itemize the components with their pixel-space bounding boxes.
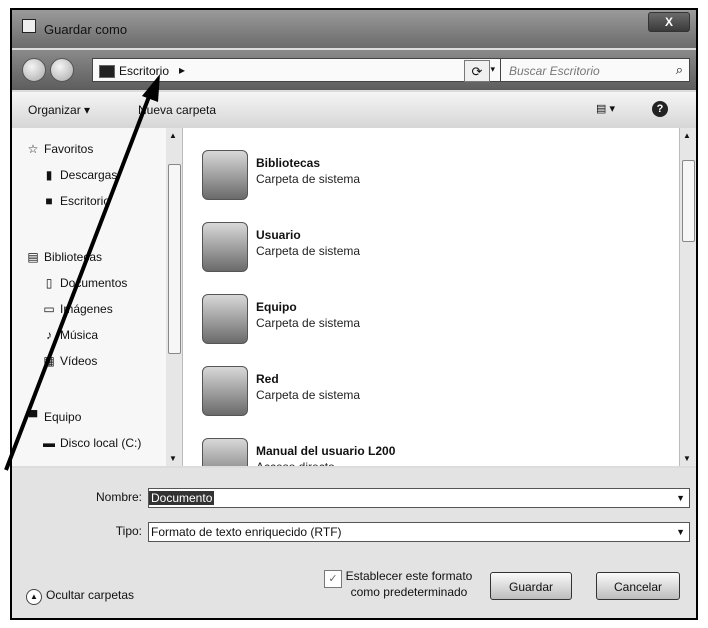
sidebar-item-label: Imágenes bbox=[60, 302, 113, 316]
save-options-panel: Nombre: Documento ▼ Tipo: Formato de tex… bbox=[12, 468, 696, 618]
save-as-dialog: Guardar como X Escritorio ▸ ▾ ⟳ Buscar E… bbox=[10, 8, 698, 620]
scroll-thumb[interactable] bbox=[682, 160, 695, 242]
file-name: Bibliotecas bbox=[256, 156, 321, 170]
sidebar-item-label: Vídeos bbox=[60, 354, 98, 368]
manual-shortcut-icon bbox=[202, 438, 248, 466]
downloads-icon: ▮ bbox=[45, 168, 53, 182]
organize-menu[interactable]: Organizar ▾ bbox=[28, 103, 90, 117]
file-name: Manual del usuario L200 bbox=[256, 444, 396, 458]
sidebar-item-pictures[interactable]: ▭ Imágenes bbox=[42, 302, 113, 316]
sidebar-item-label: Descargas bbox=[60, 168, 118, 182]
computer-icon bbox=[202, 294, 248, 344]
file-type: Carpeta de sistema bbox=[256, 244, 361, 258]
sidebar-item-favorites[interactable]: ☆ Favoritos bbox=[26, 142, 94, 156]
favorites-icon: ☆ bbox=[27, 142, 39, 156]
address-location[interactable]: Escritorio bbox=[119, 64, 169, 78]
sidebar-item-label: Bibliotecas bbox=[44, 250, 103, 264]
address-bar[interactable]: Escritorio ▸ ▾ bbox=[92, 58, 502, 82]
search-input[interactable]: Buscar Escritorio ⌕ bbox=[500, 58, 690, 82]
file-name: Equipo bbox=[256, 300, 297, 314]
file-list-scrollbar[interactable]: ▲ ▼ bbox=[679, 128, 696, 466]
file-name: Red bbox=[256, 372, 279, 386]
command-toolbar: Organizar ▾ Nueva carpeta ▤ ▾ ? bbox=[12, 92, 696, 129]
file-name-field[interactable]: Documento ▼ bbox=[148, 488, 690, 508]
save-button[interactable]: Guardar bbox=[490, 572, 572, 600]
sidebar-item-label: Disco local (C:) bbox=[60, 436, 142, 450]
music-icon: ♪ bbox=[46, 328, 52, 342]
forward-button[interactable] bbox=[50, 58, 74, 82]
hide-folders-toggle[interactable]: ▲ Ocultar carpetas bbox=[26, 588, 134, 605]
new-folder-button[interactable]: Nueva carpeta bbox=[138, 103, 216, 117]
refresh-button[interactable]: ⟳ bbox=[464, 60, 490, 82]
file-name-value[interactable]: Documento bbox=[149, 491, 215, 505]
default-format-label: Establecer este formato como predetermin… bbox=[345, 569, 473, 599]
title-bar: Guardar como X bbox=[12, 10, 696, 48]
chevron-down-icon[interactable]: ▼ bbox=[676, 489, 685, 507]
sidebar-item-videos[interactable]: ▦ Vídeos bbox=[42, 354, 97, 368]
cancel-button[interactable]: Cancelar bbox=[596, 572, 680, 600]
scroll-down-icon[interactable]: ▼ bbox=[169, 454, 177, 463]
sidebar-item-computer[interactable]: ▀ Equipo bbox=[26, 410, 82, 424]
sidebar-item-music[interactable]: ♪ Música bbox=[42, 328, 98, 342]
navigation-bar: Escritorio ▸ ▾ ⟳ Buscar Escritorio ⌕ bbox=[12, 50, 696, 90]
videos-icon: ▦ bbox=[43, 354, 55, 368]
sidebar-item-label: Documentos bbox=[60, 276, 128, 290]
libraries-icon: ▤ bbox=[27, 250, 39, 264]
sidebar-item-documents[interactable]: ▯ Documentos bbox=[42, 276, 128, 290]
file-item-manual-shortcut[interactable]: Manual del usuario L200 Acceso directo bbox=[202, 434, 602, 466]
chevron-down-icon[interactable]: ▼ bbox=[676, 523, 685, 541]
default-format-checkbox[interactable]: ✓ bbox=[324, 570, 342, 588]
back-button[interactable] bbox=[22, 58, 46, 82]
close-button[interactable]: X bbox=[648, 12, 690, 32]
desktop-icon bbox=[99, 65, 115, 78]
file-type: Carpeta de sistema bbox=[256, 316, 361, 330]
chevron-up-icon[interactable]: ▲ bbox=[26, 589, 42, 605]
navigation-scrollbar[interactable]: ▲ ▼ bbox=[166, 128, 183, 466]
scroll-up-icon[interactable]: ▲ bbox=[683, 131, 691, 140]
file-type: Carpeta de sistema bbox=[256, 172, 361, 186]
sidebar-item-downloads[interactable]: ▮ Descargas bbox=[42, 168, 118, 182]
desktop-icon: ■ bbox=[45, 194, 53, 208]
file-item-network[interactable]: Red Carpeta de sistema bbox=[202, 362, 602, 428]
help-icon[interactable]: ? bbox=[652, 101, 668, 117]
scroll-up-icon[interactable]: ▲ bbox=[169, 131, 177, 140]
file-item-computer[interactable]: Equipo Carpeta de sistema bbox=[202, 290, 602, 356]
address-dropdown-icon[interactable]: ▾ bbox=[490, 64, 495, 75]
scroll-down-icon[interactable]: ▼ bbox=[683, 454, 691, 463]
user-icon bbox=[202, 222, 248, 272]
local-disk-icon: ▬ bbox=[43, 436, 55, 450]
computer-icon: ▀ bbox=[28, 410, 38, 424]
sidebar-item-libraries[interactable]: ▤ Bibliotecas bbox=[26, 250, 102, 264]
scroll-thumb[interactable] bbox=[168, 164, 181, 354]
file-type-value[interactable]: Formato de texto enriquecido (RTF) bbox=[149, 524, 344, 540]
search-placeholder: Buscar Escritorio bbox=[509, 64, 600, 78]
sidebar-item-label: Música bbox=[60, 328, 99, 342]
sidebar-item-local-disk[interactable]: ▬ Disco local (C:) bbox=[42, 436, 141, 450]
file-item-user[interactable]: Usuario Carpeta de sistema bbox=[202, 218, 602, 284]
sidebar-item-desktop[interactable]: ■ Escritorio bbox=[42, 194, 110, 208]
file-type: Carpeta de sistema bbox=[256, 388, 361, 402]
view-options-button[interactable]: ▤ ▾ bbox=[596, 102, 615, 115]
window-icon bbox=[22, 19, 36, 33]
file-type: Acceso directo bbox=[256, 460, 335, 466]
sidebar-item-label: Favoritos bbox=[44, 142, 94, 156]
browser-pane: ☆ Favoritos ▮ Descargas ■ Escritorio ▤ Bibliote… bbox=[12, 128, 696, 466]
chevron-right-icon[interactable]: ▸ bbox=[179, 63, 185, 77]
file-type-label: Tipo: bbox=[115, 524, 142, 538]
network-icon bbox=[202, 366, 248, 416]
libraries-icon bbox=[202, 150, 248, 200]
search-icon: ⌕ bbox=[675, 62, 683, 77]
file-name: Usuario bbox=[256, 228, 301, 242]
hide-folders-label[interactable]: Ocultar carpetas bbox=[46, 588, 134, 602]
sidebar-item-label: Escritorio bbox=[60, 194, 111, 208]
file-type-select[interactable]: Formato de texto enriquecido (RTF) ▼ bbox=[148, 522, 690, 542]
file-item-libraries[interactable]: Bibliotecas Carpeta de sistema bbox=[202, 146, 602, 212]
sidebar-item-label: Equipo bbox=[44, 410, 82, 424]
window-title: Guardar como bbox=[44, 22, 128, 37]
navigation-pane: ☆ Favoritos ▮ Descargas ■ Escritorio ▤ Bibliote… bbox=[12, 128, 167, 466]
pictures-icon: ▭ bbox=[43, 302, 55, 316]
file-list: Bibliotecas Carpeta de sistema Usuario Carp… bbox=[184, 128, 678, 466]
documents-icon: ▯ bbox=[45, 276, 53, 290]
file-name-label: Nombre: bbox=[95, 490, 142, 504]
